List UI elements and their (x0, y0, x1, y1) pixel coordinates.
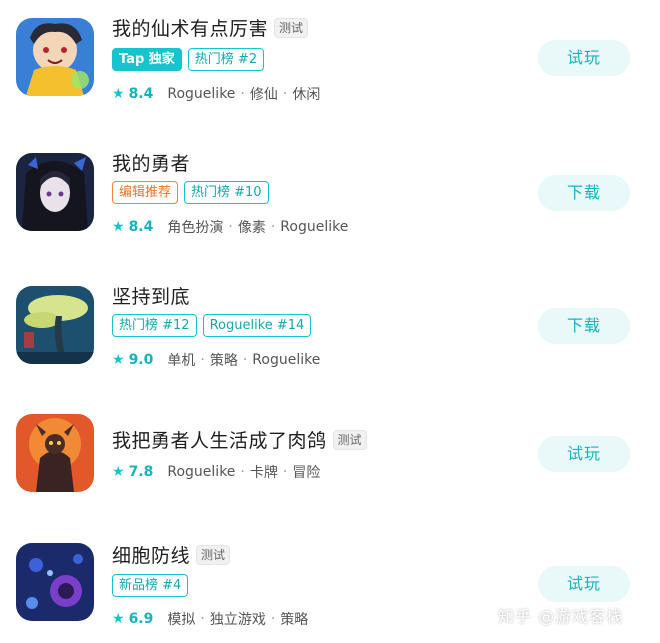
separator: · (240, 464, 245, 480)
rating: 9.0 (128, 352, 154, 368)
hot-rank-tag: 热门榜 #12 (112, 314, 197, 337)
separator: · (200, 352, 205, 368)
rating: 7.8 (128, 464, 154, 480)
separator: · (200, 611, 205, 627)
try-play-button[interactable]: 试玩 (538, 40, 630, 76)
genre: Roguelike (280, 219, 349, 235)
download-button[interactable]: 下载 (538, 175, 630, 211)
try-play-button[interactable]: 试玩 (538, 436, 630, 472)
genre: 角色扮演 (167, 220, 224, 236)
star-icon: ★ (112, 611, 125, 627)
watermark: 知乎 @游戏客栈 (498, 607, 624, 626)
test-badge: 测试 (332, 429, 367, 450)
separator: · (270, 219, 276, 235)
genre: 像素 (237, 220, 266, 236)
genre: 卡牌 (249, 465, 278, 481)
genre: 休闲 (292, 87, 321, 103)
tap-exclusive-tag: Tap 独家 (112, 48, 182, 71)
rating: 6.9 (128, 611, 154, 627)
genre: 冒险 (292, 465, 321, 481)
game-row-2[interactable]: 我的勇者 编辑推荐 热门榜 #10 ★ 8.4 角色扮演 · 像素 · Rogu… (0, 145, 660, 245)
jianchi-game-icon[interactable] (16, 286, 94, 364)
genre: 策略 (280, 612, 309, 628)
rating: 8.4 (128, 219, 154, 235)
game-title[interactable]: 我的勇者 (112, 149, 190, 176)
genre: Roguelike (252, 352, 321, 368)
game-row-1[interactable]: 我的仙术有点厉害 测试 Tap 独家 热门榜 #2 ★ 8.4 Roguelik… (0, 10, 660, 110)
star-icon: ★ (112, 86, 125, 102)
game-title[interactable]: 我把勇者人生活成了肉鸽 (112, 426, 327, 453)
star-icon: ★ (112, 464, 125, 480)
genre: Roguelike (167, 86, 236, 102)
separator: · (240, 86, 245, 102)
star-icon: ★ (112, 219, 125, 235)
star-icon: ★ (112, 352, 125, 368)
genre: Roguelike (167, 464, 236, 480)
genre: 单机 (167, 353, 196, 369)
separator: · (282, 86, 288, 102)
genre: 模拟 (167, 612, 196, 628)
test-badge: 测试 (274, 17, 309, 38)
rating: 8.4 (128, 86, 154, 102)
genre: 修仙 (249, 87, 278, 103)
try-play-button[interactable]: 试玩 (538, 566, 630, 602)
separator: · (242, 352, 248, 368)
game-title[interactable]: 我的仙术有点厉害 (112, 14, 268, 41)
separator: · (270, 611, 276, 627)
hot-rank-tag: 热门榜 #2 (187, 48, 265, 71)
cell-game-icon[interactable] (16, 543, 94, 621)
editor-pick-tag: 编辑推荐 (112, 181, 179, 204)
xianshu-game-icon[interactable] (16, 18, 94, 96)
game-title[interactable]: 坚持到底 (112, 282, 190, 309)
test-badge: 测试 (196, 544, 231, 565)
separator: · (228, 219, 233, 235)
hot-rank-tag: 热门榜 #10 (184, 181, 269, 204)
yongzhe-game-icon[interactable] (16, 153, 94, 231)
game-row-3[interactable]: 坚持到底 热门榜 #12 Roguelike #14 ★ 9.0 单机 · 策略… (0, 278, 660, 378)
game-row-4[interactable]: 我把勇者人生活成了肉鸽 测试 ★ 7.8 Roguelike · 卡牌 · 冒险… (0, 410, 660, 510)
game-title[interactable]: 细胞防线 (112, 541, 190, 568)
roguelike-rank-tag: Roguelike #14 (202, 314, 312, 337)
separator: · (282, 464, 288, 480)
download-button[interactable]: 下载 (538, 308, 630, 344)
genre: 独立游戏 (209, 612, 266, 628)
rouge-game-icon[interactable] (16, 414, 94, 492)
new-rank-tag: 新品榜 #4 (112, 574, 189, 597)
genre: 策略 (209, 353, 238, 369)
